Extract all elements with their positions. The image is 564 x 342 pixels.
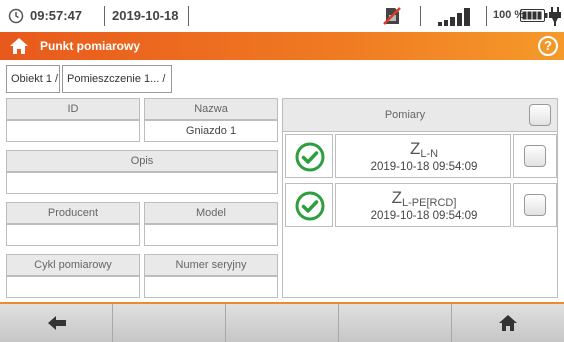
measurements-header-label: Pomiary	[384, 109, 426, 121]
no-sim-icon	[383, 7, 401, 25]
producer-label: Producent	[6, 202, 140, 224]
back-arrow-icon	[48, 316, 66, 330]
measurement-subscript: L-N	[420, 148, 439, 160]
status-divider	[104, 6, 105, 26]
measurement-info[interactable]: ZL-PE[RCD] 2019-10-18 09:54:09	[335, 183, 511, 227]
id-label: ID	[6, 98, 140, 120]
cycle-label: Cykl pomiarowy	[6, 254, 140, 276]
bottom-toolbar	[0, 302, 564, 342]
power-plug-icon	[549, 7, 561, 26]
status-divider	[188, 6, 189, 26]
home-icon[interactable]	[9, 37, 29, 55]
description-field[interactable]	[6, 172, 278, 194]
home-icon	[499, 315, 517, 331]
name-label: Nazwa	[144, 98, 278, 120]
status-date: 2019-10-18	[112, 8, 179, 23]
serial-label: Numer seryjny	[144, 254, 278, 276]
measurement-row[interactable]: ZL-PE[RCD] 2019-10-18 09:54:09	[285, 183, 557, 227]
measurement-symbol: Z	[391, 188, 402, 207]
measurements-panel: Pomiary ZL-N 2019-10-18 09:54:09 ZL-PE[R…	[282, 98, 558, 298]
row-checkbox[interactable]	[524, 145, 546, 167]
description-label: Opis	[6, 150, 278, 172]
status-divider	[486, 6, 487, 26]
id-field[interactable]	[6, 120, 140, 142]
point-details-form: ID Nazwa Gniazdo 1 Opis Producent Model …	[6, 98, 278, 298]
model-label: Model	[144, 202, 278, 224]
row-checkbox[interactable]	[524, 194, 546, 216]
measurements-header: Pomiary	[283, 99, 557, 132]
select-all-checkbox[interactable]	[529, 104, 551, 126]
measurement-name: ZL-N	[336, 139, 512, 160]
toolbar-button-3[interactable]	[226, 304, 339, 342]
cycle-field[interactable]	[6, 276, 140, 298]
measurement-row[interactable]: ZL-N 2019-10-18 09:54:09	[285, 134, 557, 178]
measurement-timestamp: 2019-10-18 09:54:09	[370, 161, 478, 173]
help-icon[interactable]: ?	[538, 36, 558, 56]
measurement-info[interactable]: ZL-N 2019-10-18 09:54:09	[335, 134, 511, 178]
page-title: Punkt pomiarowy	[40, 39, 141, 53]
producer-field[interactable]	[6, 224, 140, 246]
battery-icon	[520, 9, 548, 22]
serial-field[interactable]	[144, 276, 278, 298]
breadcrumb-item-object[interactable]: Obiekt 1 /	[6, 65, 60, 93]
signal-strength-icon	[438, 8, 470, 26]
toolbar-button-2[interactable]	[113, 304, 226, 342]
check-ok-icon	[295, 191, 325, 221]
name-field[interactable]: Gniazdo 1	[144, 120, 278, 142]
clock-icon	[8, 8, 24, 24]
row-checkbox-cell	[513, 134, 557, 178]
model-field[interactable]	[144, 224, 278, 246]
check-ok-icon	[295, 142, 325, 172]
measurement-name: ZL-PE[RCD]	[336, 188, 512, 209]
measurement-timestamp: 2019-10-18 09:54:09	[370, 210, 478, 222]
measurement-symbol: Z	[409, 139, 421, 158]
status-cell	[285, 183, 333, 227]
status-cell	[285, 134, 333, 178]
status-bar: 09:57:47 2019-10-18 100 %	[0, 0, 564, 32]
title-bar: Punkt pomiarowy ?	[0, 32, 564, 60]
row-checkbox-cell	[513, 183, 557, 227]
toolbar-button-4[interactable]	[339, 304, 452, 342]
measurement-subscript: L-PE[RCD]	[401, 197, 457, 209]
breadcrumb-item-room[interactable]: Pomieszczenie 1... /	[62, 65, 172, 93]
status-time: 09:57:47	[30, 8, 83, 23]
back-button[interactable]	[0, 304, 113, 342]
home-button[interactable]	[452, 304, 564, 342]
status-divider	[420, 6, 421, 26]
